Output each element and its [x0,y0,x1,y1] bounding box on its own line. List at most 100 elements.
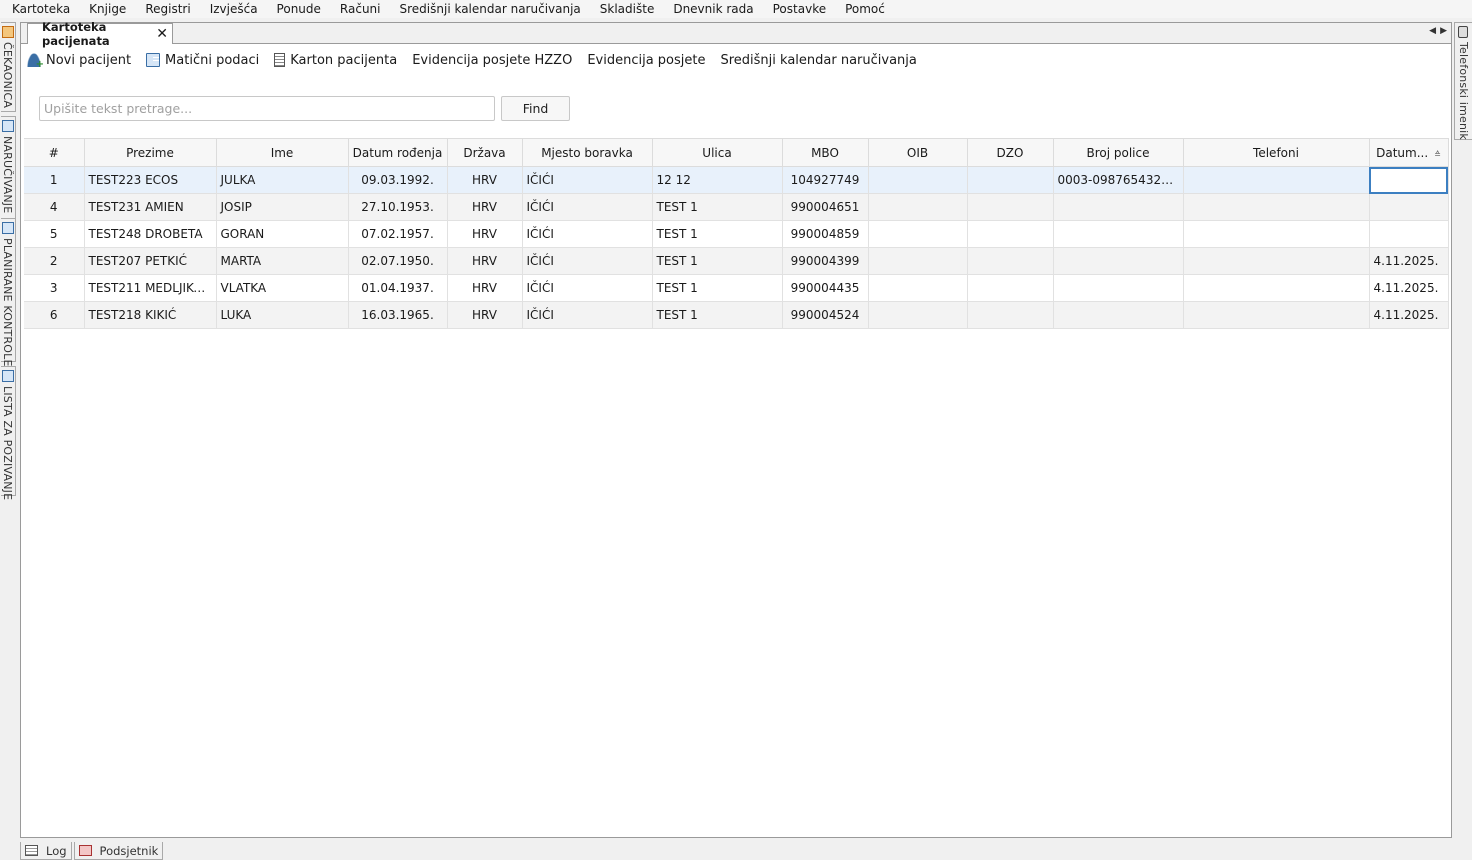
cell-ime[interactable]: GORAN [216,220,349,248]
menu-pomoc[interactable]: Pomoć [835,0,894,18]
cell-ulica[interactable]: TEST 1 [652,193,783,221]
master-data-button[interactable]: Matični podaci [146,53,259,68]
table-row[interactable]: 3 TEST211 MEDLJIKO... VLATKA 01.04.1937. HRV… [24,274,1449,302]
scroll-left-icon[interactable]: ◀ [1429,26,1436,36]
cell-broj-police[interactable] [1053,193,1184,221]
cell-ulica[interactable]: TEST 1 [652,274,783,302]
table-row[interactable]: 4 TEST231 AMIEN JOSIP 27.10.1953. HRV IČIĆI TE… [24,193,1449,221]
cell-num[interactable]: 6 [24,301,85,329]
col-header-ulica[interactable]: Ulica [652,138,783,167]
col-header-telefoni[interactable]: Telefoni [1183,138,1370,167]
cell-drzava[interactable]: HRV [447,193,523,221]
cell-broj-police[interactable] [1053,220,1184,248]
status-tab-log[interactable]: Log [20,842,72,860]
cell-mbo[interactable]: 990004651 [782,193,869,221]
cell-datum-rodenja[interactable]: 01.04.1937. [348,274,448,302]
cell-ime[interactable]: LUKA [216,301,349,329]
col-header-num[interactable]: # [24,138,85,167]
menu-dnevnik-rada[interactable]: Dnevnik rada [663,0,762,18]
cell-dzo[interactable] [967,301,1054,329]
cell-prezime[interactable]: TEST207 PETKIĆ [84,247,217,275]
table-row[interactable]: 1 TEST223 ECOS JULKA 09.03.1992. HRV IČIĆI 12 … [24,166,1449,194]
cell-telefoni[interactable] [1183,247,1370,275]
new-patient-button[interactable]: Novi pacijent [27,53,131,70]
cell-datum-rodenja[interactable]: 27.10.1953. [348,193,448,221]
cell-mjesto-boravka[interactable]: IČIĆI [522,166,653,194]
cell-datum-rodenja[interactable]: 07.02.1957. [348,220,448,248]
cell-oib[interactable] [868,301,968,329]
col-header-datum-rodenja[interactable]: Datum rođenja [348,138,448,167]
status-tab-podsjetnik[interactable]: Podsjetnik [73,842,164,860]
cell-mjesto-boravka[interactable]: IČIĆI [522,301,653,329]
tab-kartoteka-pacijenata[interactable]: Kartoteka pacijenata ✕ [27,20,173,48]
cell-mjesto-boravka[interactable]: IČIĆI [522,220,653,248]
cell-ime[interactable]: JULKA [216,166,349,194]
cell-datum-rodenja[interactable]: 02.07.1950. [348,247,448,275]
cell-mbo[interactable]: 990004859 [782,220,869,248]
cell-prezime[interactable]: TEST248 DROBETA [84,220,217,248]
cell-prezime[interactable]: TEST218 KIKIĆ [84,301,217,329]
table-row[interactable]: 2 TEST207 PETKIĆ MARTA 02.07.1950. HRV IČIĆI T… [24,247,1449,275]
patient-card-button[interactable]: Karton pacijenta [274,53,397,68]
visits-button[interactable]: Evidencija posjete [587,53,705,68]
table-row[interactable]: 6 TEST218 KIKIĆ LUKA 16.03.1965. HRV IČIĆI TES… [24,301,1449,329]
col-header-oib[interactable]: OIB [868,138,968,167]
cell-num[interactable]: 3 [24,274,85,302]
find-button[interactable]: Find [501,96,570,121]
cell-num[interactable]: 4 [24,193,85,221]
cell-prezime[interactable]: TEST223 ECOS [84,166,217,194]
cell-datum[interactable]: 4.11.2025. [1369,301,1449,329]
cell-oib[interactable] [868,166,968,194]
menu-izvjesca[interactable]: Izvješća [200,0,267,18]
cell-mjesto-boravka[interactable]: IČIĆI [522,274,653,302]
cell-num[interactable]: 2 [24,247,85,275]
cell-mbo[interactable]: 990004399 [782,247,869,275]
cell-prezime[interactable]: TEST211 MEDLJIKO... [84,274,217,302]
menu-sredisnji-kalendar[interactable]: Središnji kalendar naručivanja [390,0,590,18]
cell-datum-rodenja[interactable]: 09.03.1992. [348,166,448,194]
cell-drzava[interactable]: HRV [447,166,523,194]
visits-hzzo-button[interactable]: Evidencija posjete HZZO [412,53,572,68]
cell-telefoni[interactable] [1183,193,1370,221]
cell-datum[interactable]: 4.11.2025. [1369,274,1449,302]
rail-tab-telefonski-imenik[interactable]: Telefonski imenik [1454,22,1472,140]
cell-oib[interactable] [868,193,968,221]
col-header-prezime[interactable]: Prezime [84,138,217,167]
col-header-drzava[interactable]: Država [447,138,523,167]
menu-racuni[interactable]: Računi [330,0,390,18]
cell-ulica[interactable]: 12 12 [652,166,783,194]
cell-oib[interactable] [868,274,968,302]
cell-broj-police[interactable] [1053,247,1184,275]
col-header-datum[interactable]: Datum... ≙ [1369,138,1449,167]
cell-dzo[interactable] [967,193,1054,221]
menu-postavke[interactable]: Postavke [763,0,835,18]
menu-knjige[interactable]: Knjige [79,0,135,18]
cell-mbo[interactable]: 104927749 [782,166,869,194]
cell-telefoni[interactable] [1183,274,1370,302]
cell-dzo[interactable] [967,220,1054,248]
cell-datum[interactable] [1369,166,1449,194]
scroll-right-icon[interactable]: ▶ [1440,26,1447,36]
rail-tab-lista-za-pozivanje[interactable]: LISTA ZA POZIVANJE [1,366,16,500]
cell-telefoni[interactable] [1183,301,1370,329]
cell-drzava[interactable]: HRV [447,301,523,329]
cell-datum[interactable] [1369,193,1449,221]
cell-mbo[interactable]: 990004435 [782,274,869,302]
cell-num[interactable]: 5 [24,220,85,248]
cell-dzo[interactable] [967,274,1054,302]
cell-dzo[interactable] [967,166,1054,194]
cell-mjesto-boravka[interactable]: IČIĆI [522,193,653,221]
cell-telefoni[interactable] [1183,166,1370,194]
cell-ime[interactable]: VLATKA [216,274,349,302]
col-header-mbo[interactable]: MBO [782,138,869,167]
cell-ime[interactable]: MARTA [216,247,349,275]
cell-ime[interactable]: JOSIP [216,193,349,221]
cell-mbo[interactable]: 990004524 [782,301,869,329]
menu-kartoteka[interactable]: Kartoteka [0,0,79,18]
cell-mjesto-boravka[interactable]: IČIĆI [522,247,653,275]
col-header-ime[interactable]: Ime [216,138,349,167]
col-header-mjesto-boravka[interactable]: Mjesto boravka [522,138,653,167]
cell-telefoni[interactable] [1183,220,1370,248]
menu-registri[interactable]: Registri [135,0,199,18]
search-input[interactable] [39,96,495,121]
